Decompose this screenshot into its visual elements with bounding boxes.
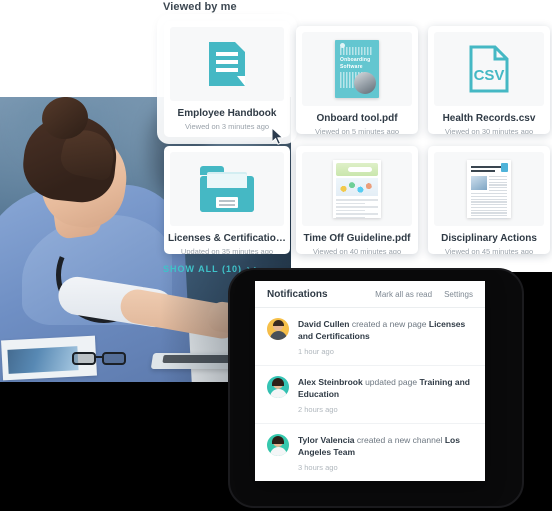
card-meta: Updated on 35 minutes ago <box>180 247 274 254</box>
pdf-thumbnail: Onboarding Software <box>335 40 379 98</box>
file-card-licenses-certifications[interactable]: Licenses & Certifications Updated on 35 … <box>164 146 290 254</box>
notification-user: Alex Steinbrook <box>298 377 363 387</box>
notification-item[interactable]: Tylor Valencia created a new channel Los… <box>255 424 485 481</box>
notification-time: 2 hours ago <box>298 405 338 414</box>
file-card-onboard-tool[interactable]: Onboarding Software Onboard tool.pdf Vie… <box>296 26 418 134</box>
notification-time: 1 hour ago <box>298 347 334 356</box>
csv-label: CSV <box>474 67 505 84</box>
card-thumbnail: Onboarding Software <box>302 32 412 106</box>
notification-user: David Cullen <box>298 319 350 329</box>
notification-action: updated page <box>362 377 420 387</box>
card-meta: Viewed on 5 minutes ago <box>314 127 400 134</box>
document-thumbnail <box>333 160 381 218</box>
notification-item[interactable]: Alex Steinbrook updated page Training an… <box>255 366 485 424</box>
card-thumbnail <box>170 27 284 101</box>
notification-text: Tylor Valencia created a new channel Los… <box>298 434 473 458</box>
show-all-label: SHOW ALL (10) <box>163 264 243 274</box>
card-title: Time Off Guideline.pdf <box>303 233 411 244</box>
file-card-health-records[interactable]: CSV Health Records.csv Viewed on 30 minu… <box>428 26 550 134</box>
card-meta: Viewed on 3 minutes ago <box>184 122 270 131</box>
card-title: Health Records.csv <box>442 113 536 124</box>
avatar <box>267 376 289 398</box>
notification-text: David Cullen created a new page Licenses… <box>298 318 473 342</box>
document-icon <box>209 42 245 86</box>
notification-user: Tylor Valencia <box>298 435 355 445</box>
notification-item[interactable]: David Cullen created a new page Licenses… <box>255 308 485 366</box>
notifications-settings-button[interactable]: Settings <box>444 290 473 299</box>
card-title: Disciplinary Actions <box>441 233 537 244</box>
card-title: Employee Handbook <box>177 108 277 119</box>
avatar <box>267 434 289 456</box>
card-title: Onboard tool.pdf <box>316 113 398 124</box>
card-title: Licenses & Certifications <box>168 233 288 244</box>
card-meta: Viewed on 45 minutes ago <box>444 247 534 254</box>
notification-action: created a new channel <box>354 435 445 445</box>
file-card-time-off-guideline[interactable]: Time Off Guideline.pdf Viewed on 40 minu… <box>296 146 418 254</box>
card-thumbnail <box>434 152 544 226</box>
card-thumbnail <box>302 152 412 226</box>
notifications-panel: Notifications Mark all as read Settings … <box>255 281 485 481</box>
card-thumbnail <box>170 152 284 226</box>
file-card-employee-handbook[interactable]: Employee Handbook Viewed on 3 minutes ag… <box>164 21 290 137</box>
app-screenshot: Viewed by me Employee Handbook Viewed on… <box>0 0 552 511</box>
avatar <box>267 318 289 340</box>
csv-file-icon: CSV <box>469 45 509 93</box>
file-card-disciplinary-actions[interactable]: Disciplinary Actions Viewed on 45 minute… <box>428 146 550 254</box>
notifications-title: Notifications <box>267 288 328 300</box>
card-meta: Viewed on 30 minutes ago <box>444 127 534 134</box>
mark-all-as-read-button[interactable]: Mark all as read <box>375 290 432 299</box>
notification-time: 3 hours ago <box>298 463 338 472</box>
page-title: Viewed by me <box>163 1 237 13</box>
thumbnail-title: Onboarding Software <box>340 57 371 70</box>
folder-icon <box>200 166 254 212</box>
notification-action: created a new page <box>349 319 429 329</box>
notifications-header: Notifications Mark all as read Settings <box>255 281 485 308</box>
article-thumbnail <box>467 160 511 220</box>
card-meta: Viewed on 40 minutes ago <box>312 247 402 254</box>
notification-text: Alex Steinbrook updated page Training an… <box>298 376 473 400</box>
card-thumbnail: CSV <box>434 32 544 106</box>
